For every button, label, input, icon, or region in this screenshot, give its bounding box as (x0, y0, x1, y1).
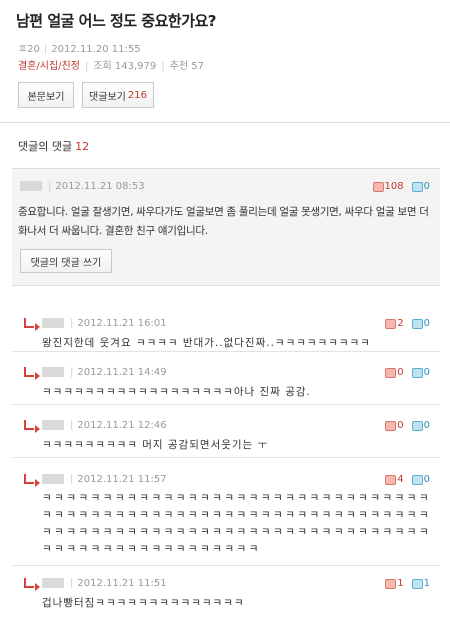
view-comments-label: 댓글보기 (89, 91, 126, 103)
reply-arrow-icon (24, 420, 40, 433)
reply-arrow-icon (24, 318, 40, 331)
upvote-count: 0 (397, 420, 404, 431)
divider (0, 122, 450, 123)
reply-item: | 2012.11.21 11:51 1 1 겁나빵터짐ㅋㅋㅋㅋㅋㅋㅋㅋㅋㅋㅋㅋㅋ… (12, 566, 440, 616)
write-reply-button[interactable]: 댓글의 댓글 쓰기 (20, 249, 112, 273)
avatar[interactable] (42, 420, 64, 430)
downvote-button[interactable]: 0 (411, 181, 430, 192)
upvote-count: 4 (397, 474, 404, 485)
post-stats: 결혼/시집/친정 | 조회 143,979 | 추천 57 (18, 61, 204, 72)
upvote-count: 108 (384, 181, 404, 192)
reply-meta: | 2012.11.21 11:57 (42, 474, 167, 485)
replies-section-title: 댓글의 댓글 12 (18, 138, 89, 154)
section-label: 댓글의 댓글 (18, 140, 73, 153)
reply-datetime: 2012.11.21 11:51 (77, 578, 167, 589)
reply-datetime: 2012.11.21 14:49 (77, 367, 167, 378)
upvote-button[interactable]: 2 (385, 318, 404, 329)
reply-votes: 4 0 (385, 474, 430, 485)
reply-arrow-icon (24, 578, 40, 591)
post-recommend: 추천 57 (169, 61, 204, 72)
reply-meta: | 2012.11.21 12:46 (42, 420, 167, 431)
thumbs-up-icon (385, 318, 397, 329)
downvote-count: 0 (423, 420, 430, 431)
reply-votes: 2 0 (385, 318, 430, 329)
reply-arrow-icon (24, 367, 40, 380)
thumbs-down-icon (411, 367, 423, 378)
reply-item: | 2012.11.21 14:49 0 0 ㅋㅋㅋㅋㅋㅋㅋㅋㅋㅋㅋㅋㅋㅋㅋㅋㅋㅋ… (12, 355, 440, 405)
parent-comment-meta: | 2012.11.21 08:53 (20, 181, 145, 192)
thumbs-up-icon (372, 181, 384, 192)
reply-arrow-icon (24, 474, 40, 487)
thumbs-down-icon (411, 318, 423, 329)
post-author[interactable]: ㅍ20 (18, 44, 40, 55)
reply-item: | 2012.11.21 11:57 4 0 ㅋㅋㅋㅋㅋㅋㅋㅋㅋㅋㅋㅋㅋㅋㅋㅋㅋㅋ… (12, 462, 440, 566)
upvote-button[interactable]: 0 (385, 367, 404, 378)
upvote-button[interactable]: 0 (385, 420, 404, 431)
reply-item: | 2012.11.21 12:46 0 0 ㅋㅋㅋㅋㅋㅋㅋㅋㅋ 머지 공감되면서… (12, 408, 440, 458)
thumbs-up-icon (385, 578, 397, 589)
reply-votes: 0 0 (385, 420, 430, 431)
avatar[interactable] (42, 474, 64, 484)
post-views: 조회 143,979 (93, 61, 157, 72)
upvote-button[interactable]: 1 (385, 578, 404, 589)
avatar[interactable] (42, 318, 64, 328)
parent-comment-text: 중요합니다. 얼굴 잘생기면, 싸우다가도 얼굴보면 좀 풀리는데 얼굴 못생기… (18, 206, 429, 237)
reply-meta: | 2012.11.21 11:51 (42, 578, 167, 589)
thumbs-down-icon (411, 181, 423, 192)
reply-datetime: 2012.11.21 12:46 (77, 420, 167, 431)
downvote-button[interactable]: 0 (411, 474, 430, 485)
reply-datetime: 2012.11.21 11:57 (77, 474, 167, 485)
avatar[interactable] (42, 578, 64, 588)
downvote-count: 0 (423, 474, 430, 485)
downvote-count: 1 (423, 578, 430, 589)
reply-text: 왕진지한데 웃겨요 ㅋㅋㅋㅋ 반대가..없다진짜..ㅋㅋㅋㅋㅋㅋㅋㅋㅋ (42, 337, 371, 349)
post-title: 남편 얼굴 어느 정도 중요한가요? (16, 12, 217, 30)
downvote-count: 0 (423, 318, 430, 329)
thumbs-down-icon (411, 474, 423, 485)
thumbs-up-icon (385, 474, 397, 485)
thumbs-down-icon (411, 420, 423, 431)
reply-text: ㅋㅋㅋㅋㅋㅋㅋㅋㅋ 머지 공감되면서웃기는 ㅜ (42, 439, 269, 451)
avatar[interactable] (20, 181, 42, 191)
reply-meta: | 2012.11.21 16:01 (42, 318, 167, 329)
reply-text: ㅋㅋㅋㅋㅋㅋㅋㅋㅋㅋㅋㅋㅋㅋㅋㅋㅋㅋ아나 진짜 공감. (42, 386, 311, 398)
reply-votes: 0 0 (385, 367, 430, 378)
reply-text: 겁나빵터짐ㅋㅋㅋㅋㅋㅋㅋㅋㅋㅋㅋㅋㅋㅋ (42, 597, 245, 609)
upvote-count: 2 (397, 318, 404, 329)
post-category[interactable]: 결혼/시집/친정 (18, 61, 80, 72)
reply-text: ㅋㅋㅋㅋㅋㅋㅋㅋㅋㅋㅋㅋㅋㅋㅋㅋㅋㅋㅋㅋㅋㅋㅋㅋㅋㅋㅋㅋㅋㅋㅋㅋㅋㅋㅋㅋㅋㅋㅋㅋ… (42, 492, 432, 555)
reply-meta: | 2012.11.21 14:49 (42, 367, 167, 378)
post-datetime: 2012.11.20 11:55 (51, 44, 141, 55)
parent-comment: | 2012.11.21 08:53 108 0 중요합니다. 얼굴 잘생기면, … (12, 168, 440, 286)
parent-comment-datetime: 2012.11.21 08:53 (55, 181, 145, 192)
downvote-button[interactable]: 0 (411, 420, 430, 431)
reply-item: | 2012.11.21 16:01 2 0 왕진지한데 웃겨요 ㅋㅋㅋㅋ 반대가… (12, 306, 440, 352)
thumbs-up-icon (385, 367, 397, 378)
parent-comment-votes: 108 0 (372, 181, 430, 192)
thumbs-down-icon (411, 578, 423, 589)
upvote-count: 1 (397, 578, 404, 589)
downvote-button[interactable]: 0 (411, 318, 430, 329)
section-count: 12 (75, 140, 90, 153)
reply-datetime: 2012.11.21 16:01 (77, 318, 167, 329)
downvote-button[interactable]: 1 (411, 578, 430, 589)
upvote-count: 0 (397, 367, 404, 378)
upvote-button[interactable]: 4 (385, 474, 404, 485)
avatar[interactable] (42, 367, 64, 377)
thumbs-up-icon (385, 420, 397, 431)
comment-count: 216 (127, 89, 147, 101)
downvote-count: 0 (423, 367, 430, 378)
reply-votes: 1 1 (385, 578, 430, 589)
post-meta: ㅍ20 | 2012.11.20 11:55 (18, 44, 141, 55)
downvote-count: 0 (423, 181, 430, 192)
downvote-button[interactable]: 0 (411, 367, 430, 378)
view-comments-button[interactable]: 댓글보기 216 (82, 82, 154, 108)
view-body-button[interactable]: 본문보기 (18, 82, 74, 108)
upvote-button[interactable]: 108 (372, 181, 404, 192)
